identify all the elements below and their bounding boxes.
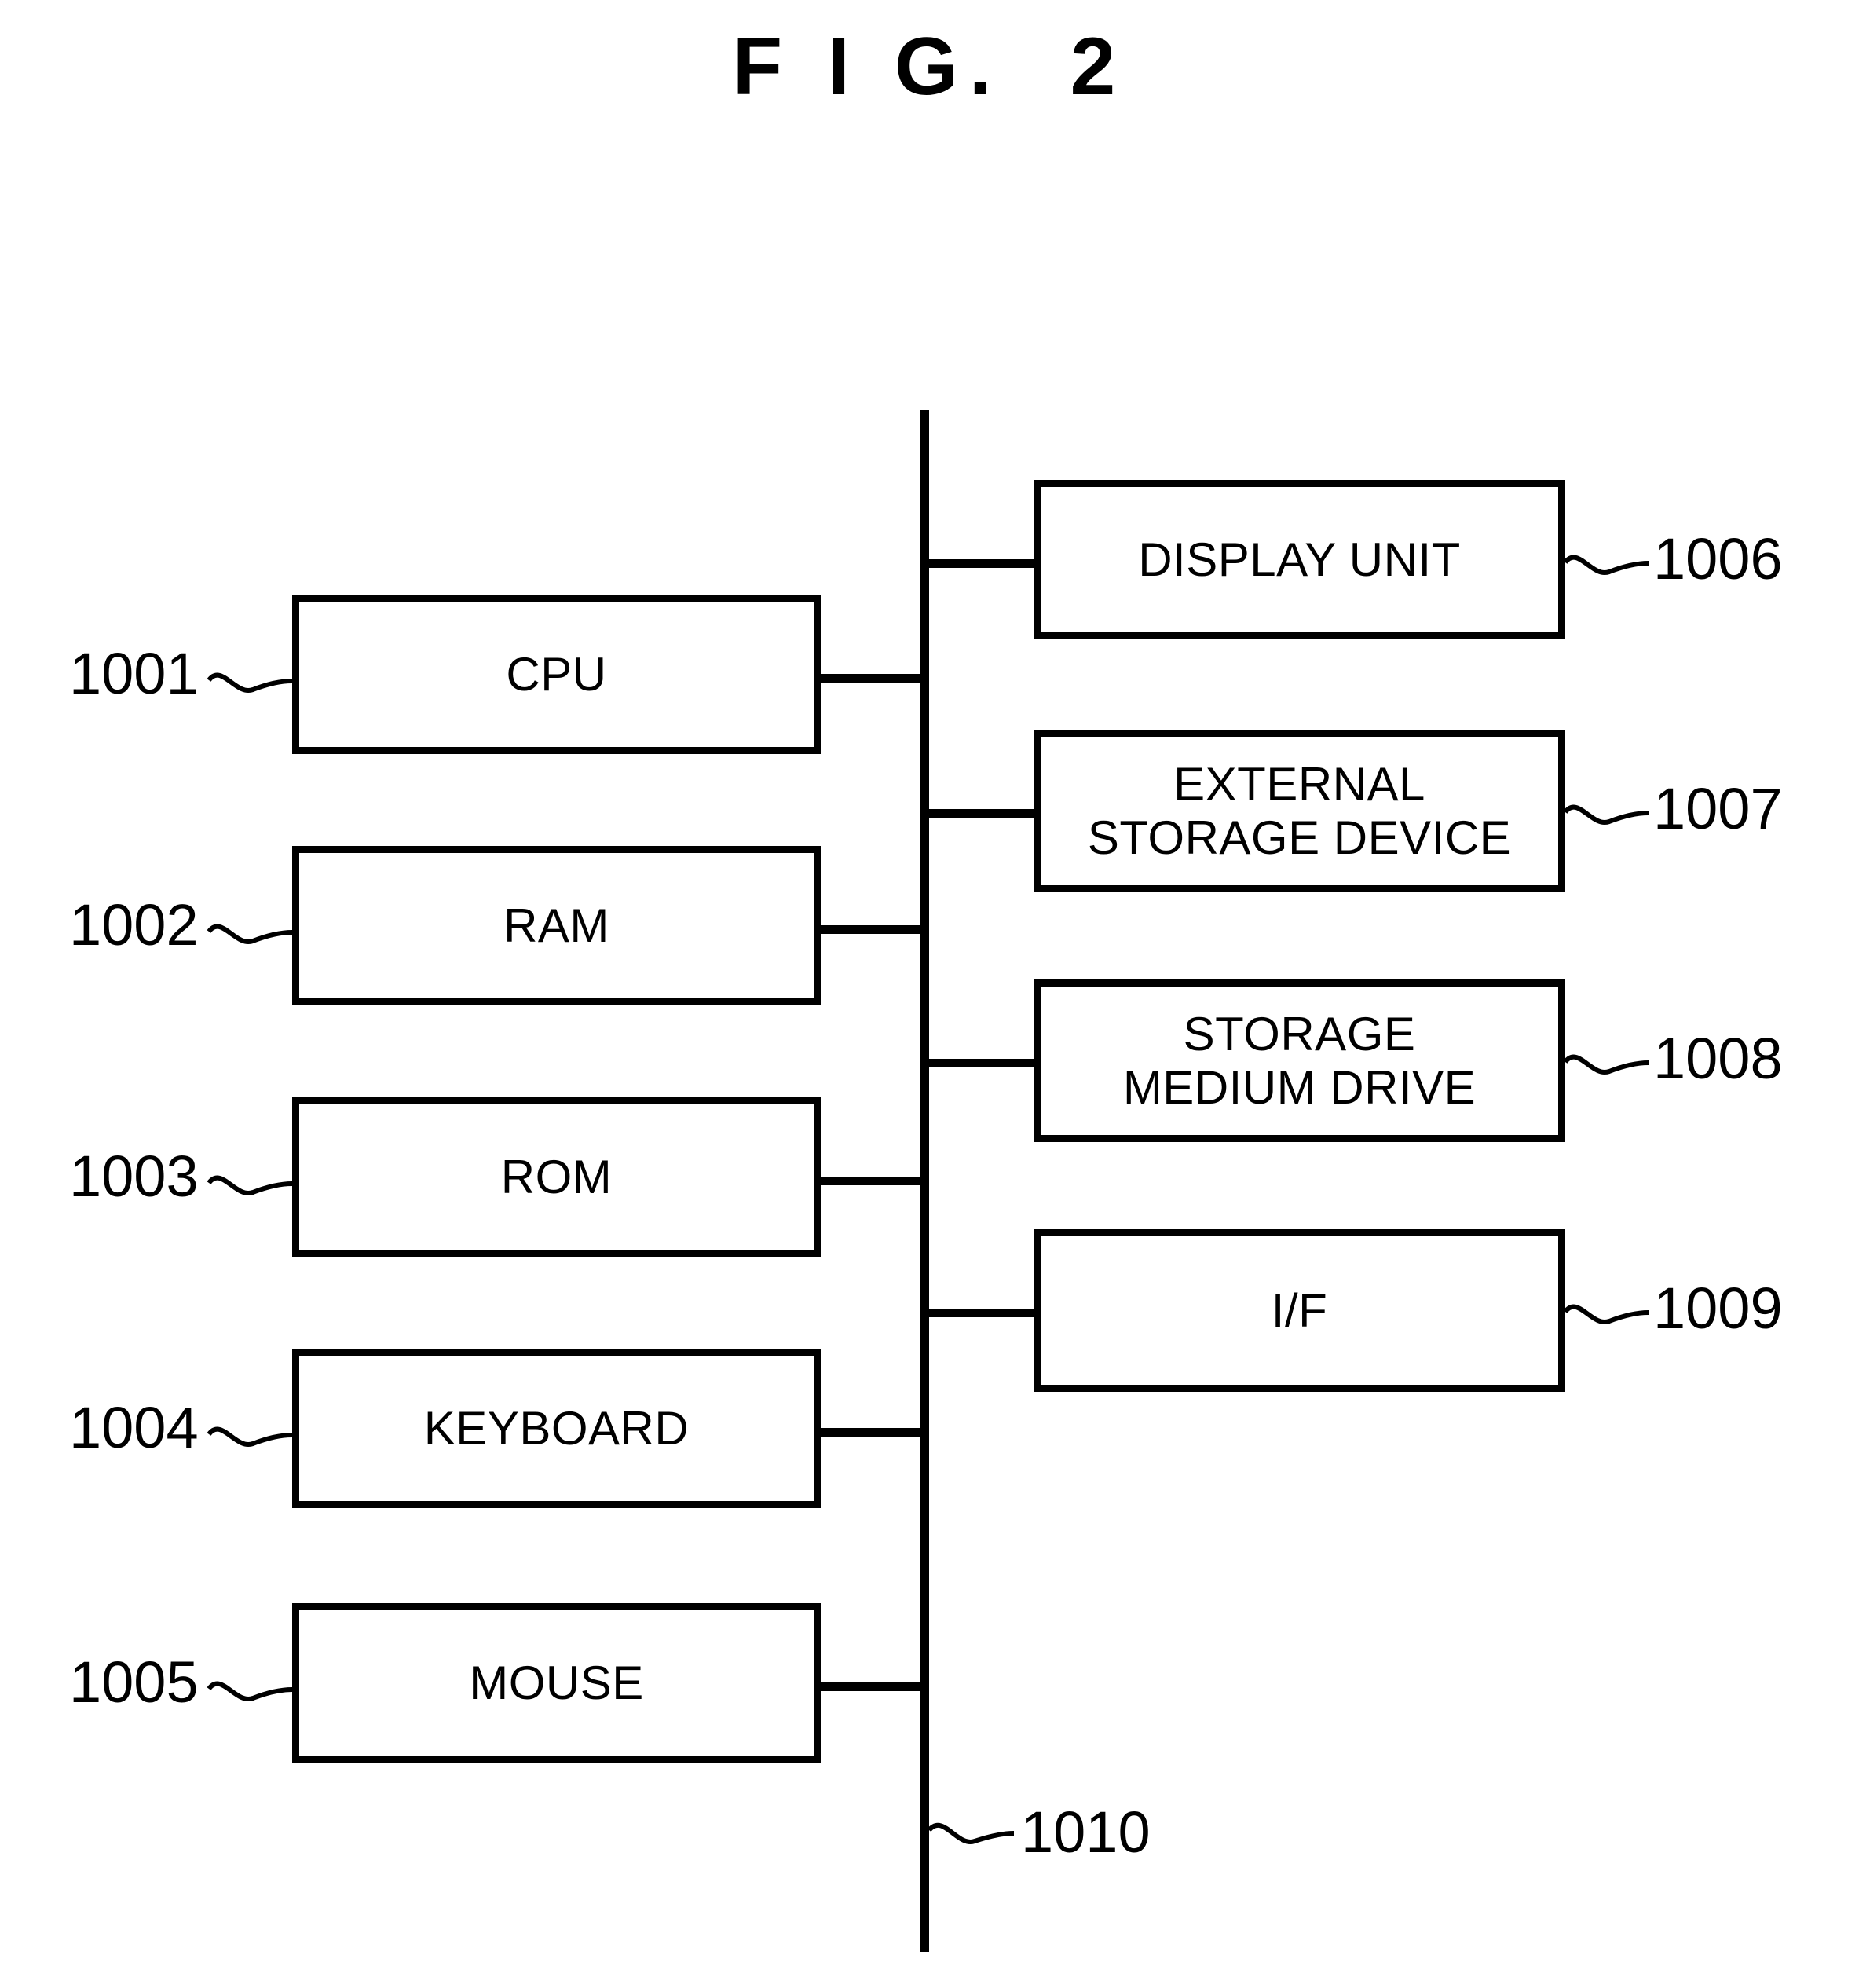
ref-number-1004: 1004 [69, 1395, 199, 1460]
box-display-unit-label: DISPLAY UNIT [1138, 533, 1461, 586]
box-cpu-label: CPU [506, 647, 607, 701]
box-mouse[interactable]: MOUSE [292, 1603, 821, 1763]
connector-cpu-to-bus [814, 674, 924, 683]
box-keyboard-label: KEYBOARD [423, 1401, 690, 1455]
figure-title: F I G. 2 [732, 21, 1127, 112]
ref-number-1008: 1008 [1653, 1026, 1783, 1091]
connector-mouse-to-bus [814, 1682, 924, 1691]
display-unit-ref-squiggle [1563, 555, 1649, 575]
box-storage-medium-drive-label: STORAGE MEDIUM DRIVE [1122, 1008, 1477, 1114]
box-cpu[interactable]: CPU [292, 595, 821, 754]
storage-medium-drive-ref-squiggle [1563, 1054, 1649, 1075]
interface-ref-squiggle [1563, 1304, 1649, 1324]
ref-number-1010: 1010 [1021, 1799, 1151, 1865]
ref-number-1001: 1001 [69, 641, 199, 706]
external-storage-device-ref-squiggle [1563, 804, 1649, 825]
connector-rom-to-bus [814, 1177, 924, 1185]
box-ram[interactable]: RAM [292, 846, 821, 1005]
box-keyboard[interactable]: KEYBOARD [292, 1349, 821, 1508]
rom-ref-squiggle [207, 1175, 293, 1195]
ref-number-1002: 1002 [69, 892, 199, 957]
box-external-storage-device-label: EXTERNAL STORAGE DEVICE [1087, 758, 1512, 864]
patent-figure-2: F I G. 2 1010 CPU RAM ROM KEYBOARD MOUSE… [0, 0, 1859, 1988]
mouse-ref-squiggle [207, 1681, 293, 1701]
box-ram-label: RAM [503, 899, 609, 952]
connector-bus-to-external-storage-device [925, 809, 1039, 818]
box-external-storage-device[interactable]: EXTERNAL STORAGE DEVICE [1034, 730, 1565, 892]
connector-bus-to-storage-medium-drive [925, 1059, 1039, 1067]
box-interface[interactable]: I/F [1034, 1229, 1565, 1392]
ref-number-1006: 1006 [1653, 526, 1783, 591]
box-display-unit[interactable]: DISPLAY UNIT [1034, 480, 1565, 639]
box-rom-label: ROM [500, 1150, 613, 1203]
box-interface-label: I/F [1271, 1283, 1328, 1337]
ref-number-1005: 1005 [69, 1649, 199, 1715]
connector-ram-to-bus [814, 925, 924, 934]
connector-keyboard-to-bus [814, 1428, 924, 1437]
box-rom[interactable]: ROM [292, 1097, 821, 1257]
ref-number-1003: 1003 [69, 1144, 199, 1209]
box-mouse-label: MOUSE [469, 1656, 644, 1709]
bus-ref-squiggle [927, 1822, 1015, 1844]
connector-bus-to-display-unit [925, 559, 1039, 568]
box-storage-medium-drive[interactable]: STORAGE MEDIUM DRIVE [1034, 979, 1565, 1142]
keyboard-ref-squiggle [207, 1426, 293, 1447]
ref-number-1009: 1009 [1653, 1276, 1783, 1341]
connector-bus-to-interface [925, 1309, 1039, 1317]
ram-ref-squiggle [207, 924, 293, 944]
ref-number-1007: 1007 [1653, 776, 1783, 841]
cpu-ref-squiggle [207, 672, 293, 693]
